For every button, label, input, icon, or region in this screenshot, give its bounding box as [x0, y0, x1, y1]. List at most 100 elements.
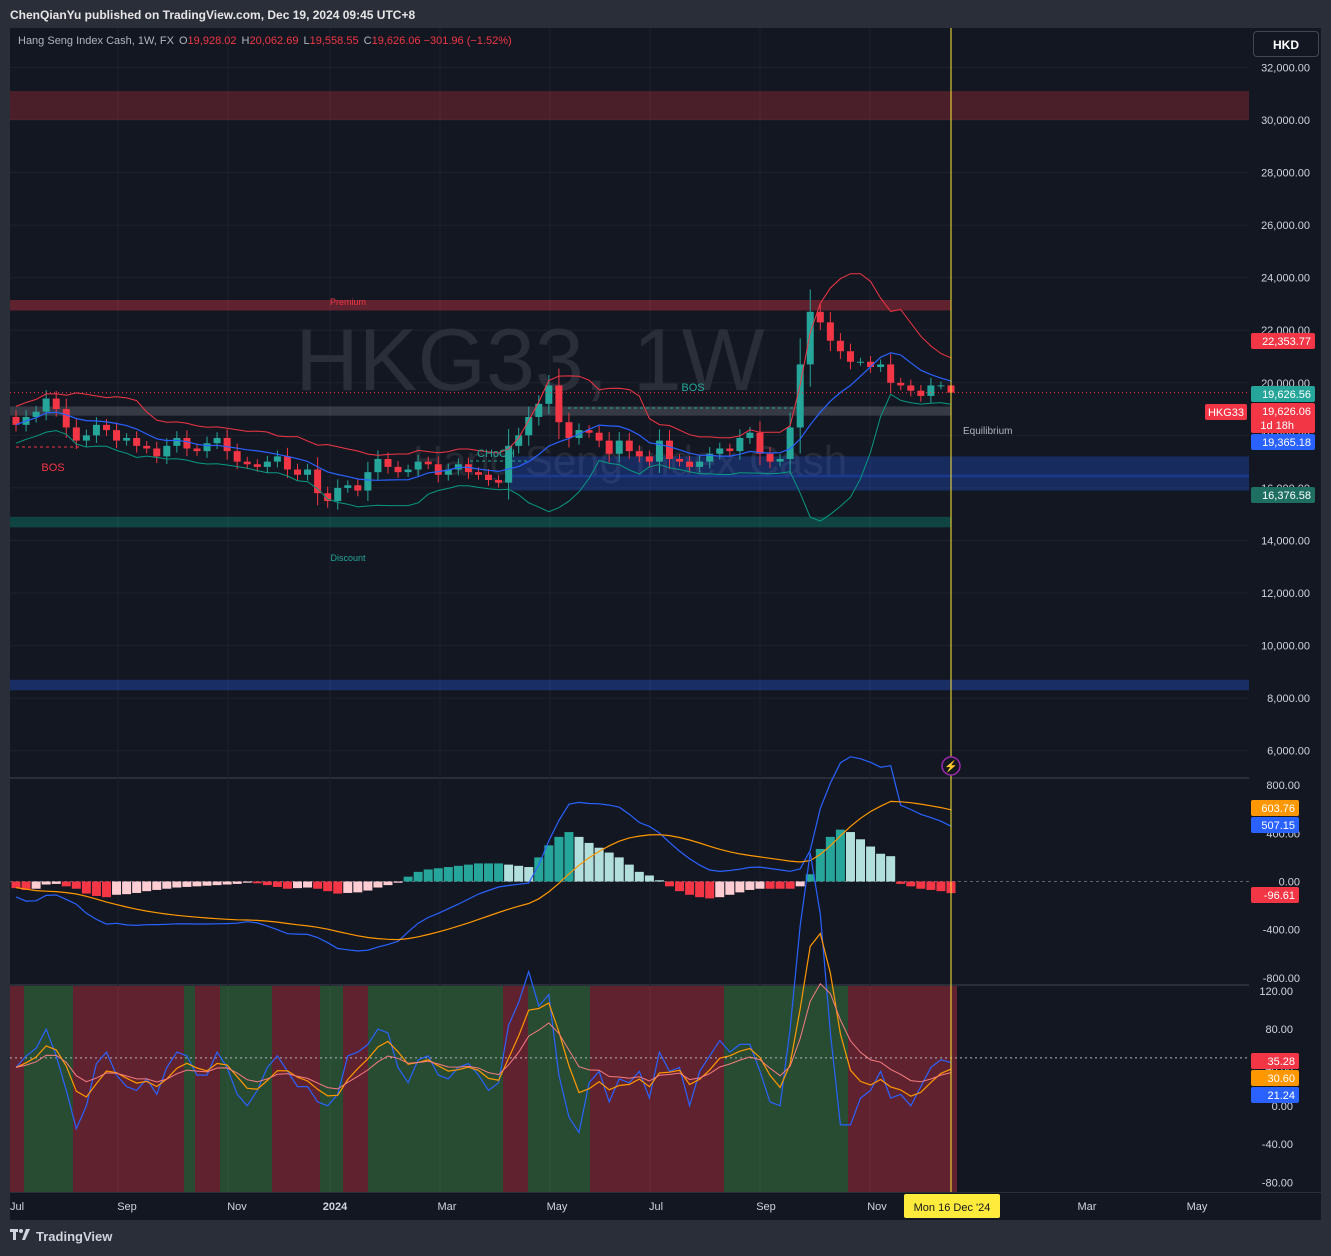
time-tick-label: Jul — [649, 1201, 663, 1213]
macd-histogram-bar — [745, 881, 755, 890]
macd-histogram-bar — [524, 867, 534, 882]
candle-body — [173, 437, 181, 446]
macd-histogram-bar — [41, 881, 51, 885]
chart-canvas[interactable]: 32,000.00 30,000.00 28,000.00 26,000.00 24,0… — [0, 0, 1331, 1256]
candle-body — [696, 461, 704, 467]
candle-body — [887, 364, 895, 383]
candle-body — [354, 485, 362, 491]
price-tick-label: 28,000.00 — [1261, 168, 1310, 180]
macd-histogram-bar — [91, 881, 101, 896]
macd-histogram-bar — [252, 881, 262, 884]
open-value: 19,928.02 — [187, 35, 237, 47]
macd-histogram-bar — [383, 881, 393, 886]
macd-histogram-bar — [51, 881, 61, 884]
rsi-regime-bear — [10, 986, 24, 1192]
macd-histogram-bar — [896, 881, 906, 884]
macd-histogram-bar — [835, 829, 845, 882]
macd-histogram-bar — [755, 881, 765, 889]
candle-body — [806, 311, 814, 365]
macd-histogram-bar — [765, 881, 775, 889]
zone-demand-2 — [510, 474, 1249, 491]
candle-body — [937, 385, 945, 387]
rsi-regime-bull — [368, 986, 503, 1192]
symbol-badge: HKG33 — [1208, 407, 1244, 419]
price-tick-label: 26,000.00 — [1261, 220, 1310, 232]
macd-histogram-bar — [272, 881, 282, 887]
macd-histogram-bar — [323, 881, 333, 892]
zone-deep-demand — [10, 679, 1249, 691]
time-scale-bg — [10, 1193, 1321, 1220]
candle-body — [163, 445, 171, 457]
candle-body — [273, 456, 281, 462]
candle-body — [213, 437, 221, 444]
macd-histogram-bar — [242, 881, 252, 883]
macd-histogram-bar — [282, 881, 292, 889]
candle-body — [183, 437, 191, 449]
macd-histogram-bar — [624, 864, 634, 882]
rsi-regime-bull — [220, 986, 272, 1192]
candle-body — [72, 427, 80, 441]
macd-histogram-bar — [926, 881, 936, 890]
candle-body — [716, 448, 724, 454]
macd-histogram-bar — [182, 881, 192, 887]
macd-histogram-bar — [604, 852, 614, 882]
macd-histogram-bar — [202, 881, 212, 886]
macd-histogram-bar — [634, 871, 644, 882]
equilibrium-label: Equilibrium — [963, 426, 1012, 437]
signal-badge: 603.76 — [1261, 803, 1295, 815]
macd-histogram-bar — [463, 864, 473, 882]
currency-button[interactable]: HKD — [1253, 31, 1319, 57]
macd-histogram-bar — [614, 857, 624, 882]
rsi-tick-label: -40.00 — [1262, 1139, 1293, 1151]
macd-tick-label: 0.00 — [1279, 877, 1300, 889]
candle-body — [123, 437, 131, 441]
price-tick-label: 30,000.00 — [1261, 115, 1310, 127]
candle-body — [62, 409, 70, 428]
candle-body — [243, 461, 251, 465]
macd-histogram-bar — [162, 881, 172, 889]
time-tick-label: May — [547, 1201, 568, 1213]
macd-histogram-bar — [81, 881, 91, 894]
macd-histogram-bar — [514, 865, 524, 882]
rsi-line2-badge: 30.60 — [1267, 1073, 1295, 1085]
price-scale-bg — [1249, 28, 1321, 1192]
discount-label: Discount — [330, 553, 366, 563]
macd-histogram-bar — [775, 881, 785, 889]
candle-body — [334, 487, 342, 502]
macd-histogram-bar — [303, 881, 313, 888]
candle-body — [877, 364, 885, 368]
candle-body — [92, 424, 100, 436]
macd-histogram-bar — [122, 881, 132, 895]
low-value: 19,558.55 — [309, 35, 359, 47]
macd-histogram-bar — [886, 856, 896, 882]
candle-body — [474, 472, 482, 475]
rsi-regime-bear — [503, 986, 528, 1192]
macd-histogram-bar — [705, 881, 715, 899]
candle-body — [555, 385, 563, 423]
macd-histogram-bar — [584, 842, 594, 882]
candle-body — [605, 440, 613, 454]
macd-histogram-bar — [152, 881, 162, 890]
macd-histogram-bar — [192, 881, 202, 887]
macd-histogram-bar — [715, 881, 725, 898]
zone-discount — [10, 516, 951, 528]
last-close-badge: 19,626.56 — [1262, 389, 1311, 401]
candle-body — [283, 456, 291, 470]
candle-body — [133, 437, 141, 446]
rsi-line3-badge: 21.24 — [1267, 1090, 1295, 1102]
macd-histogram-bar — [393, 881, 403, 883]
bos-label-right: BOS — [681, 382, 704, 394]
zone-equilibrium — [10, 406, 951, 416]
macd-histogram-bar — [333, 881, 343, 894]
time-tick-label: May — [1187, 1201, 1208, 1213]
candle-body — [203, 443, 211, 452]
alert-bolt-icon: ⚡ — [944, 760, 958, 773]
candle-body — [223, 437, 231, 452]
cursor-date-label: Mon 16 Dec '24 — [914, 1202, 991, 1214]
macd-histogram-bar — [825, 836, 835, 882]
candle-body — [263, 461, 271, 467]
candle-body — [82, 435, 90, 441]
candle-body — [927, 385, 935, 396]
time-tick-label: 2024 — [323, 1201, 348, 1213]
footer-brand: TradingView — [36, 1229, 113, 1244]
